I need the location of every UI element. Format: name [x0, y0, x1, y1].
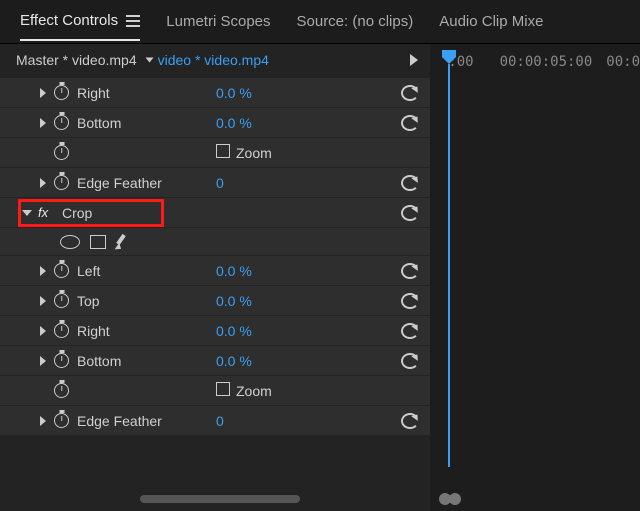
- prop-right: Right 0.0 %: [0, 78, 430, 108]
- prop-label: Left: [77, 263, 100, 279]
- zoom-checkbox-wrap[interactable]: Zoom: [216, 144, 390, 161]
- expand-icon[interactable]: [40, 118, 46, 128]
- checkbox-icon[interactable]: [216, 382, 230, 396]
- prop-value[interactable]: 0.0 %: [216, 353, 390, 369]
- prop-label: Bottom: [77, 115, 121, 131]
- reset-icon[interactable]: [401, 263, 419, 279]
- play-icon[interactable]: [410, 54, 418, 66]
- playhead-line[interactable]: [448, 64, 450, 467]
- prop-label: Edge Feather: [77, 175, 162, 191]
- prop-value[interactable]: 0.0 %: [216, 323, 390, 339]
- crop-right: Right 0.0 %: [0, 316, 430, 346]
- expand-icon[interactable]: [40, 326, 46, 336]
- stopwatch-icon[interactable]: [54, 293, 69, 308]
- checkbox-icon[interactable]: [216, 144, 230, 158]
- panel-footer: [0, 471, 430, 511]
- reset-icon[interactable]: [401, 413, 419, 429]
- sequence-clip-link[interactable]: video * video.mp4: [158, 52, 269, 68]
- effect-crop-header[interactable]: fx Crop: [0, 198, 430, 228]
- prop-label: Zoom: [236, 145, 272, 161]
- stopwatch-icon[interactable]: [54, 323, 69, 338]
- stopwatch-icon[interactable]: [54, 85, 69, 100]
- prop-label: Right: [77, 323, 110, 339]
- tab-label: Effect Controls: [20, 12, 118, 29]
- stopwatch-icon[interactable]: [54, 175, 69, 190]
- rect-mask-icon[interactable]: [90, 235, 106, 249]
- reset-icon[interactable]: [401, 293, 419, 309]
- expand-icon[interactable]: [40, 296, 46, 306]
- stopwatch-icon[interactable]: [54, 413, 69, 428]
- clip-path-row: Master * video.mp4 video * video.mp4: [0, 44, 430, 76]
- stopwatch-icon[interactable]: [54, 383, 69, 398]
- prop-zoom: Zoom: [0, 138, 430, 168]
- prop-label: Edge Feather: [77, 413, 162, 429]
- prop-edge-feather: Edge Feather 0: [0, 168, 430, 198]
- timeline-panel: :00 00:00:05:00 00:0: [430, 44, 640, 511]
- prop-value[interactable]: 0: [216, 413, 390, 429]
- hamburger-icon[interactable]: [126, 15, 140, 27]
- timeline-zoom-scrollbar[interactable]: [442, 495, 458, 503]
- master-clip-label: Master * video.mp4: [16, 52, 137, 68]
- prop-label: Bottom: [77, 353, 121, 369]
- expand-icon[interactable]: [40, 88, 46, 98]
- chevron-down-icon[interactable]: [145, 58, 153, 63]
- tc-1: 00:00:05:00: [500, 54, 593, 70]
- h-scrollbar[interactable]: [140, 495, 300, 503]
- prop-value[interactable]: 0.0 %: [216, 293, 390, 309]
- property-rows: Right 0.0 % Bottom 0.0 % Zoom: [0, 76, 430, 436]
- ellipse-mask-icon[interactable]: [60, 235, 80, 249]
- tab-effect-controls[interactable]: Effect Controls: [20, 12, 140, 41]
- crop-edge-feather: Edge Feather 0: [0, 406, 430, 436]
- playhead-icon[interactable]: [442, 50, 456, 64]
- stopwatch-icon[interactable]: [54, 115, 69, 130]
- crop-left: Left 0.0 %: [0, 256, 430, 286]
- zoom-checkbox-wrap[interactable]: Zoom: [216, 382, 390, 399]
- prop-value[interactable]: 0.0 %: [216, 263, 390, 279]
- stopwatch-icon[interactable]: [54, 263, 69, 278]
- prop-label: Right: [77, 85, 110, 101]
- prop-label: Top: [77, 293, 100, 309]
- tc-2: 00:0: [606, 54, 640, 70]
- prop-label: Zoom: [236, 383, 272, 399]
- crop-bottom: Bottom 0.0 %: [0, 346, 430, 376]
- effect-label: Crop: [62, 205, 92, 221]
- fx-icon: fx: [38, 205, 54, 220]
- expand-icon[interactable]: [40, 266, 46, 276]
- crop-zoom: Zoom: [0, 376, 430, 406]
- effect-controls-panel: Master * video.mp4 video * video.mp4 Rig…: [0, 44, 430, 511]
- prop-value[interactable]: 0: [216, 175, 390, 191]
- crop-top: Top 0.0 %: [0, 286, 430, 316]
- expand-icon[interactable]: [40, 356, 46, 366]
- reset-icon[interactable]: [401, 115, 419, 131]
- pen-mask-icon[interactable]: [116, 234, 130, 250]
- timecode-ruler[interactable]: :00 00:00:05:00 00:0: [430, 44, 640, 70]
- prop-value[interactable]: 0.0 %: [216, 115, 390, 131]
- prop-bottom: Bottom 0.0 %: [0, 108, 430, 138]
- reset-icon[interactable]: [401, 175, 419, 191]
- expand-icon[interactable]: [40, 416, 46, 426]
- panel-tabs: Effect Controls Lumetri Scopes Source: (…: [0, 0, 640, 44]
- reset-icon[interactable]: [401, 353, 419, 369]
- tab-lumetri-scopes[interactable]: Lumetri Scopes: [166, 13, 270, 40]
- stopwatch-icon[interactable]: [54, 353, 69, 368]
- mask-tools-row: [0, 228, 430, 256]
- tab-source[interactable]: Source: (no clips): [297, 13, 414, 40]
- stopwatch-icon[interactable]: [54, 145, 69, 160]
- reset-icon[interactable]: [401, 85, 419, 101]
- tab-audio-mixer[interactable]: Audio Clip Mixe: [439, 13, 543, 40]
- expand-icon[interactable]: [40, 178, 46, 188]
- reset-icon[interactable]: [401, 323, 419, 339]
- prop-value[interactable]: 0.0 %: [216, 85, 390, 101]
- expand-icon[interactable]: [22, 210, 32, 216]
- reset-icon[interactable]: [401, 205, 419, 221]
